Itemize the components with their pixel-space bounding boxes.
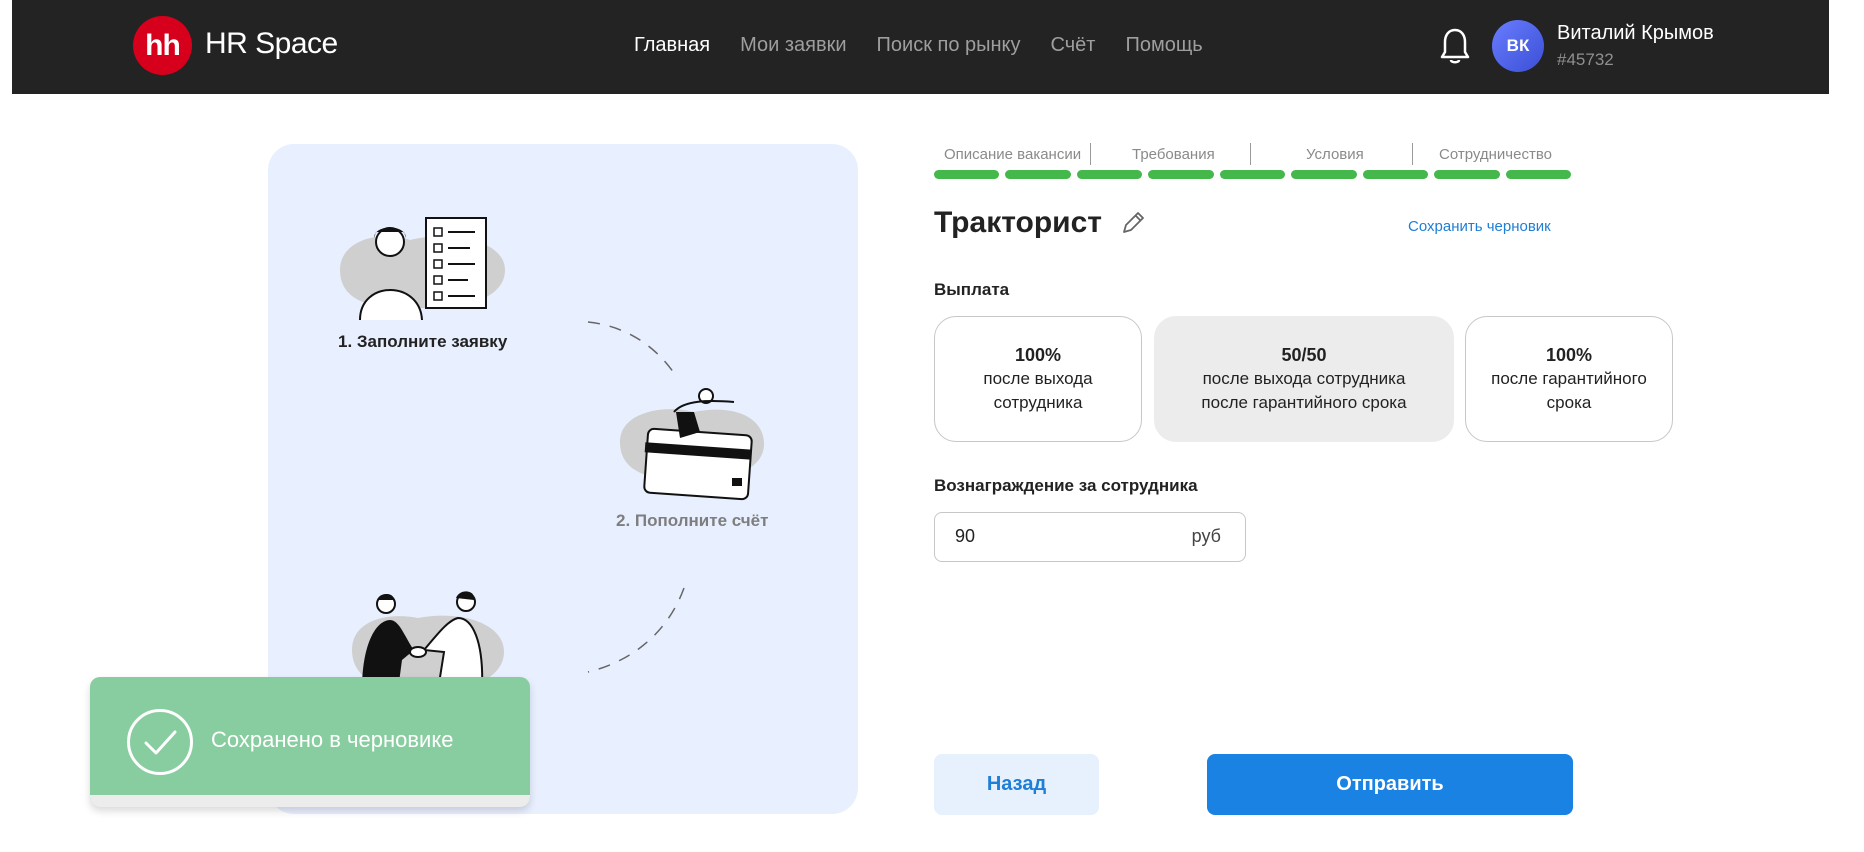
reward-unit: руб bbox=[1191, 526, 1221, 546]
back-button[interactable]: Назад bbox=[934, 754, 1099, 815]
user-id: #45732 bbox=[1557, 50, 1614, 69]
payout-option-headline: 100% bbox=[1014, 345, 1062, 365]
draft-saved-toast: Сохранено в черновике bbox=[90, 677, 530, 807]
progress-segment bbox=[1219, 170, 1286, 179]
progress-segment bbox=[1291, 170, 1357, 179]
reward-input[interactable]: 90 руб bbox=[934, 512, 1246, 562]
payout-option-line: после выхода bbox=[983, 369, 1093, 388]
credit-card-illustration bbox=[620, 388, 764, 501]
progress-separator bbox=[1412, 143, 1413, 165]
reward-label: Вознаграждение за сотрудника bbox=[934, 476, 1198, 495]
hh-logo[interactable]: hh bbox=[133, 16, 192, 75]
vacancy-title: Тракторист bbox=[934, 206, 1102, 239]
toast-message: Сохранено в черновике bbox=[211, 727, 454, 752]
bell-icon[interactable] bbox=[1439, 26, 1471, 66]
progress-segment bbox=[1148, 170, 1214, 179]
payout-option-headline: 50/50 bbox=[1281, 345, 1327, 365]
checklist-illustration bbox=[340, 217, 505, 321]
pencil-icon[interactable] bbox=[1120, 210, 1146, 236]
step-2-label: 2. Пополните счёт bbox=[616, 511, 769, 530]
progress-label-conditions[interactable]: Условия bbox=[1306, 146, 1364, 163]
nav-item-account[interactable]: Счёт bbox=[1051, 34, 1096, 57]
progress-segment bbox=[1505, 170, 1571, 179]
step-1-label: 1. Заполните заявку bbox=[338, 332, 508, 351]
nav-item-home[interactable]: Главная bbox=[634, 34, 710, 57]
main-nav: Главная Мои заявки Поиск по рынку Счёт П… bbox=[634, 34, 1203, 57]
submit-button[interactable]: Отправить bbox=[1207, 754, 1573, 815]
nav-item-my-requests[interactable]: Мои заявки bbox=[740, 34, 846, 57]
toast-timer-bar bbox=[90, 795, 530, 807]
progress-segment bbox=[1076, 170, 1143, 179]
payout-option-line: срока bbox=[1546, 393, 1592, 412]
progress-stepper-labels: Описание вакансии Требования Условия Сот… bbox=[934, 146, 1570, 168]
top-navigation-bar: hh HR Space Главная Мои заявки Поиск по … bbox=[12, 0, 1829, 94]
progress-label-description[interactable]: Описание вакансии bbox=[944, 146, 1081, 163]
progress-separator bbox=[1250, 143, 1251, 165]
payout-option-line: сотрудника bbox=[993, 393, 1083, 412]
avatar[interactable]: ВК bbox=[1492, 20, 1544, 72]
payout-option-after-guarantee[interactable]: 100% после гарантийного срока bbox=[1465, 316, 1673, 442]
payout-option-headline: 100% bbox=[1545, 345, 1593, 365]
payout-option-line: после выхода сотрудника bbox=[1202, 369, 1406, 388]
progress-separator bbox=[1090, 143, 1091, 165]
payout-option-after-start[interactable]: 100% после выхода сотрудника bbox=[934, 316, 1142, 442]
save-draft-link[interactable]: Сохранить черновик bbox=[1408, 218, 1551, 235]
user-name: Виталий Крымов bbox=[1557, 22, 1714, 44]
check-circle-icon bbox=[127, 709, 193, 775]
payout-option-line: после гарантийного bbox=[1491, 369, 1647, 388]
progress-label-cooperation[interactable]: Сотрудничество bbox=[1439, 146, 1552, 163]
progress-label-requirements[interactable]: Требования bbox=[1132, 146, 1215, 163]
progress-segment bbox=[1434, 170, 1500, 179]
nav-item-help[interactable]: Помощь bbox=[1125, 34, 1202, 57]
reward-value: 90 bbox=[955, 526, 976, 546]
brand-name: HR Space bbox=[205, 27, 338, 60]
progress-segment bbox=[1362, 170, 1429, 179]
progress-segment bbox=[934, 170, 1000, 179]
payout-label: Выплата bbox=[934, 280, 1010, 299]
dashed-path-2 bbox=[587, 587, 685, 673]
payout-option-split[interactable]: 50/50 после выхода сотрудника после гара… bbox=[1154, 316, 1454, 442]
progress-segment bbox=[1005, 170, 1071, 179]
nav-item-market-search[interactable]: Поиск по рынку bbox=[877, 34, 1021, 57]
payout-option-line: после гарантийного срока bbox=[1201, 393, 1407, 412]
